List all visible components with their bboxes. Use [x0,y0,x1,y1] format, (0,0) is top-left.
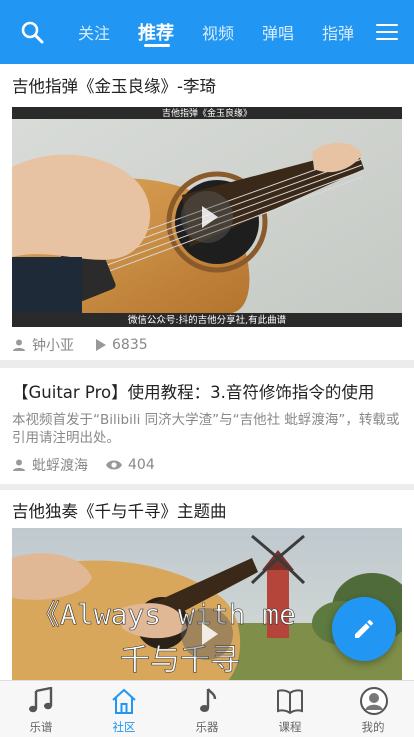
top-app-bar: 关注 推荐 视频 弹唱 指弹 [0,0,414,64]
nav-label: 我的 [361,720,385,734]
play-button[interactable] [181,608,233,660]
nav-instruments[interactable]: 乐器 [166,681,248,737]
music-note-icon [29,687,53,713]
tab-recommend[interactable]: 推荐 [138,19,174,45]
pencil-icon [355,619,374,638]
post-meta: 蚍蜉渡海 404 [12,455,155,475]
search-icon[interactable] [20,20,44,44]
feed-card[interactable]: 【Guitar Pro】使用教程：3.音符修饰指令的使用 本视频首发于“Bili… [0,368,414,484]
post-title[interactable]: 【Guitar Pro】使用教程：3.音符修饰指令的使用 [12,379,374,403]
tab-video[interactable]: 视频 [202,20,234,44]
nav-community[interactable]: 社区 [83,681,165,737]
open-book-icon [277,689,303,715]
author-name[interactable]: 钟小亚 [32,335,74,355]
play-count-icon [96,339,106,351]
nav-label: 乐谱 [29,720,53,734]
play-count: 6835 [112,337,148,353]
video-thumbnail[interactable]: 吉他指弹《金玉良缘》 微信公众号:抖的吉他分享社,有此曲谱 [12,107,402,327]
nav-profile[interactable]: 我的 [332,681,414,737]
tab-follow[interactable]: 关注 [78,20,110,44]
eye-icon [106,460,122,470]
nav-sheet-music[interactable]: 乐谱 [0,681,82,737]
video-caption-top: 吉他指弹《金玉良缘》 [162,107,252,119]
nav-label: 课程 [278,720,302,734]
active-tab-indicator [144,44,170,47]
user-icon [13,459,25,471]
content-feed[interactable]: 吉他指弹《金玉良缘》-李琦 吉他指弹《金玉良缘》 微信公众号:抖的吉他分享社,有… [0,64,414,680]
play-button[interactable] [181,191,233,243]
post-meta: 钟小亚 6835 [12,335,148,355]
bottom-navigation: 乐谱 社区 乐器 课程 我的 [0,680,414,737]
nav-courses[interactable]: 课程 [249,681,331,737]
nav-label: 乐器 [195,720,219,734]
feed-card[interactable]: 吉他指弹《金玉良缘》-李琦 吉他指弹《金玉良缘》 微信公众号:抖的吉他分享社,有… [0,64,414,360]
video-overlay-title: 《Always with me [32,598,296,631]
post-title[interactable]: 吉他指弹《金玉良缘》-李琦 [12,73,216,97]
tab-fingerstyle[interactable]: 指弹 [322,20,354,44]
post-title[interactable]: 吉他独奏《千与千寻》主题曲 [12,498,227,522]
menu-icon[interactable] [376,24,398,40]
tab-strum-sing[interactable]: 弹唱 [262,20,294,44]
profile-avatar-icon [360,687,388,715]
post-description: 本视频首发于“Bilibili 同济大学渣”与“吉他社 蚍蜉渡海”，转载或引用请… [12,412,400,446]
video-caption-bottom: 微信公众号:抖的吉他分享社,有此曲谱 [128,314,287,326]
author-name[interactable]: 蚍蜉渡海 [32,455,88,475]
home-icon [112,688,136,714]
nav-label: 社区 [112,720,136,734]
view-count: 404 [128,457,155,473]
user-icon [13,339,25,351]
eighth-note-icon [200,688,217,712]
compose-post-button[interactable] [332,597,396,661]
